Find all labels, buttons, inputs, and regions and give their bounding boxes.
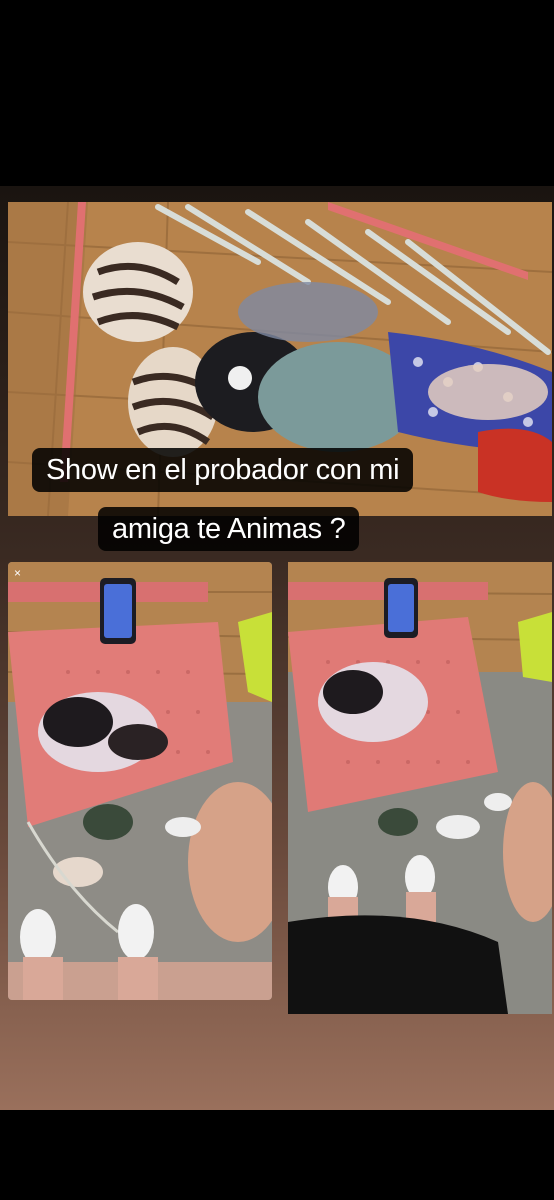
caption-line-2: amiga te Animas ? (98, 507, 360, 551)
close-icon[interactable]: × (14, 567, 21, 579)
caption-line-1: Show en el probador con mi (32, 448, 414, 492)
bottom-left-photo (8, 562, 272, 1000)
bottom-right-photo (288, 562, 552, 1014)
fitting-room-floor-image-right (288, 562, 552, 1014)
fitting-room-floor-image-left (8, 562, 272, 1000)
